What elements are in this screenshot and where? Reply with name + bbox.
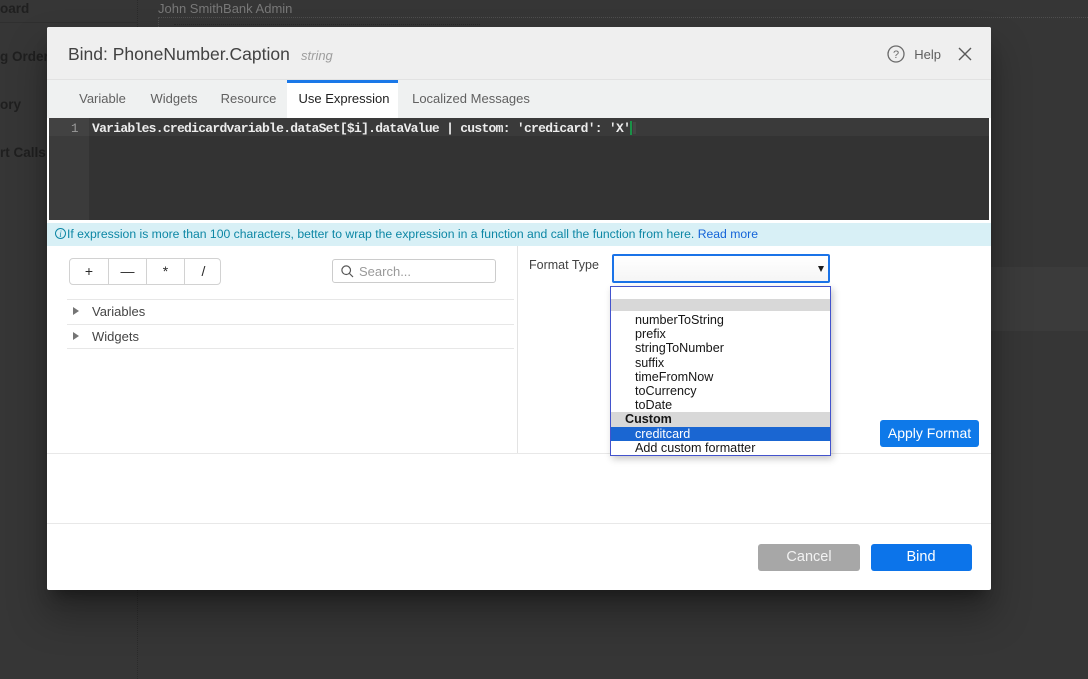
svg-text:?: ? bbox=[893, 49, 899, 61]
